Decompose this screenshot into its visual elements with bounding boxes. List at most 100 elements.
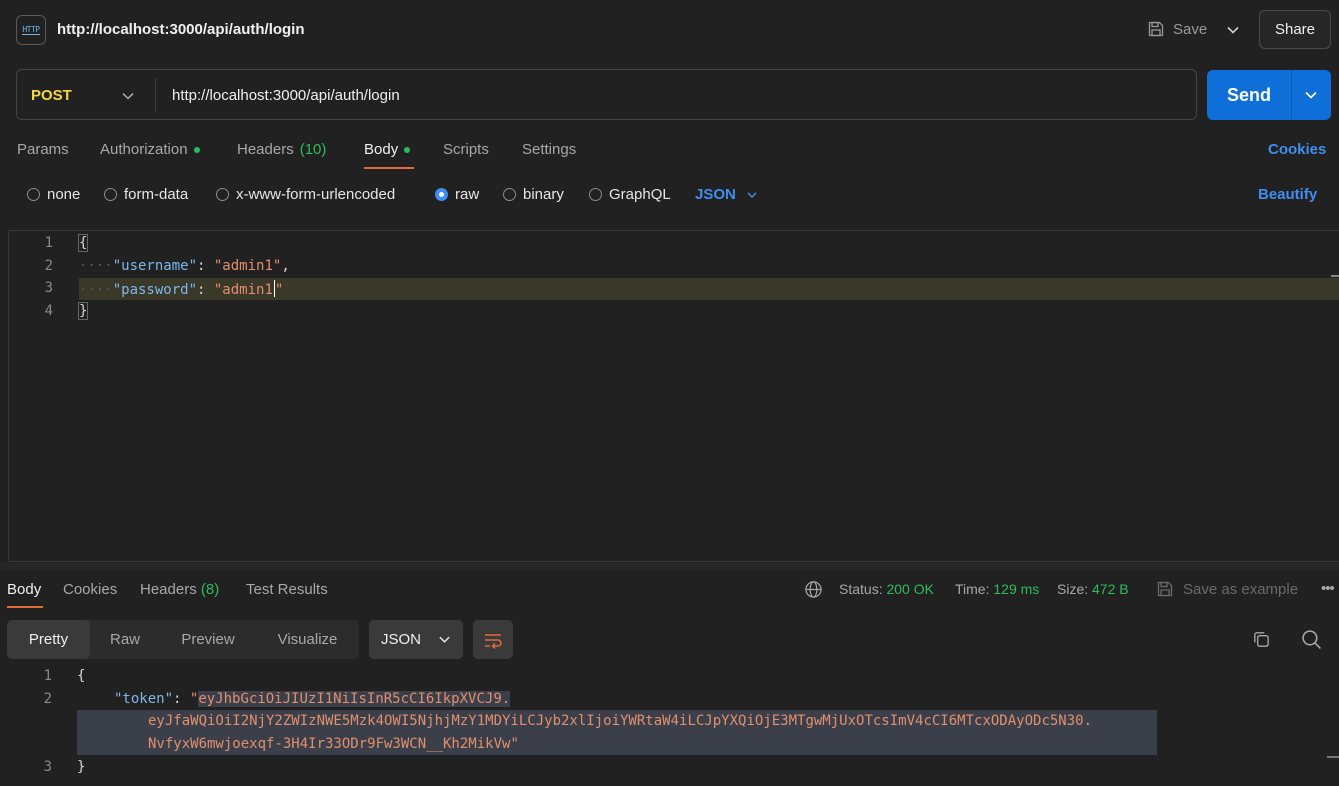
line-number: 1 bbox=[44, 235, 53, 251]
code-line-password: ····"password": "admin1 " bbox=[79, 280, 283, 298]
code-brace-close: } bbox=[77, 302, 89, 320]
radio-urlencoded-label: x-www-form-urlencoded bbox=[236, 186, 396, 203]
json-string: "admin1" bbox=[213, 258, 282, 274]
radio-circle-selected bbox=[435, 188, 448, 201]
url-bar: POST http://localhost:3000/api/auth/logi… bbox=[16, 69, 1197, 120]
tab-params[interactable]: Params bbox=[17, 141, 69, 158]
code-brace-open: { bbox=[77, 234, 89, 252]
colon: : bbox=[197, 282, 214, 298]
time-label: Time: bbox=[955, 581, 990, 597]
response-tab-headers-label: Headers bbox=[140, 581, 197, 598]
beautify-link[interactable]: Beautify bbox=[1258, 186, 1317, 203]
search-icon[interactable] bbox=[1301, 629, 1322, 650]
view-visualize[interactable]: Visualize bbox=[256, 620, 359, 659]
request-body-editor[interactable]: 1 2 3 4 { ····"username": "admin1", ····… bbox=[8, 230, 1339, 562]
more-options-icon[interactable]: ••• bbox=[1321, 580, 1335, 597]
cookies-link[interactable]: Cookies bbox=[1268, 141, 1326, 158]
code-brace-open: { bbox=[77, 668, 86, 684]
status-dot bbox=[404, 146, 411, 153]
size-label: Size: bbox=[1057, 581, 1089, 597]
tab-scripts[interactable]: Scripts bbox=[443, 141, 489, 158]
scrollbar-marker bbox=[1327, 756, 1339, 758]
radio-graphql[interactable]: GraphQL bbox=[589, 186, 671, 203]
chevron-down-icon bbox=[747, 191, 757, 198]
wrap-lines-button[interactable] bbox=[473, 620, 513, 659]
radio-form-data[interactable]: form-data bbox=[104, 186, 188, 203]
chevron-down-icon[interactable] bbox=[1304, 88, 1318, 102]
token-value-part: NvfyxW6mwjoexqf-3H4Ir33ODr9Fw3WCN__Kh2Mi… bbox=[148, 736, 511, 752]
radio-raw-label: raw bbox=[455, 186, 480, 203]
tab-authorization-label: Authorization bbox=[100, 141, 188, 158]
scrollbar-marker bbox=[1331, 275, 1339, 277]
radio-binary[interactable]: binary bbox=[503, 186, 564, 203]
view-preview[interactable]: Preview bbox=[160, 620, 256, 659]
code-brace-close: } bbox=[77, 759, 86, 775]
body-format-select[interactable]: JSON bbox=[695, 186, 758, 203]
save-as-example-button[interactable]: Save as example bbox=[1156, 580, 1298, 598]
response-tab-body[interactable]: Body bbox=[7, 581, 41, 598]
send-button[interactable]: Send bbox=[1207, 70, 1291, 120]
send-button-group: Send bbox=[1207, 70, 1331, 120]
tab-authorization[interactable]: Authorization bbox=[100, 141, 200, 158]
headers-count-badge: (10) bbox=[299, 141, 327, 158]
chevron-down-icon bbox=[439, 636, 450, 643]
radio-circle bbox=[216, 188, 229, 201]
response-tab-headers[interactable]: Headers (8) bbox=[140, 581, 219, 598]
view-pretty[interactable]: Pretty bbox=[7, 620, 90, 659]
tab-headers[interactable]: Headers (10) bbox=[237, 141, 326, 158]
radio-urlencoded[interactable]: x-www-form-urlencoded bbox=[216, 186, 395, 203]
code-line-username: ····"username": "admin1", bbox=[79, 258, 290, 274]
save-label: Save bbox=[1173, 20, 1208, 38]
json-key: "password" bbox=[112, 282, 198, 298]
pane-resize-handle[interactable] bbox=[0, 563, 1339, 571]
size-indicator[interactable]: Size: 472 B bbox=[1057, 581, 1129, 597]
view-raw[interactable]: Raw bbox=[90, 620, 160, 659]
save-as-example-label: Save as example bbox=[1183, 580, 1299, 598]
active-tab-indicator bbox=[364, 167, 414, 169]
line-number: 4 bbox=[44, 303, 53, 319]
json-string: "admin1 bbox=[213, 282, 273, 298]
indent-dots: ···· bbox=[79, 282, 113, 298]
save-button[interactable]: Save bbox=[1147, 20, 1207, 38]
radio-circle bbox=[27, 188, 40, 201]
tab-body[interactable]: Body bbox=[364, 141, 411, 158]
indent-dots: ···· bbox=[79, 258, 113, 274]
json-key: "token" bbox=[114, 691, 174, 707]
status-indicator[interactable]: Status: 200 OK bbox=[839, 581, 934, 597]
time-value: 129 ms bbox=[993, 581, 1040, 597]
response-tab-cookies[interactable]: Cookies bbox=[63, 581, 117, 598]
response-headers-count: (8) bbox=[200, 581, 220, 598]
tab-headers-label: Headers bbox=[237, 141, 294, 158]
status-label: Status: bbox=[839, 581, 883, 597]
radio-raw[interactable]: raw bbox=[435, 186, 479, 203]
chevron-down-icon[interactable] bbox=[1226, 23, 1240, 37]
response-view-toggle: Pretty Raw Preview Visualize bbox=[7, 620, 359, 659]
method-select[interactable]: POST bbox=[31, 87, 72, 104]
json-key: "username" bbox=[112, 258, 198, 274]
url-divider bbox=[155, 78, 156, 112]
active-tab-indicator bbox=[7, 606, 43, 608]
url-input[interactable]: http://localhost:3000/api/auth/login bbox=[172, 87, 400, 104]
response-format-select[interactable]: JSON bbox=[369, 620, 463, 659]
size-value: 472 B bbox=[1092, 581, 1129, 597]
response-tab-test-results[interactable]: Test Results bbox=[246, 581, 328, 598]
globe-icon[interactable] bbox=[804, 580, 823, 599]
radio-circle bbox=[503, 188, 516, 201]
tab-body-label: Body bbox=[364, 141, 399, 158]
share-button[interactable]: Share bbox=[1259, 10, 1331, 49]
time-indicator[interactable]: Time: 129 ms bbox=[955, 581, 1039, 597]
http-icon-label: HTTP bbox=[22, 25, 40, 35]
tab-params-label: Params bbox=[17, 141, 69, 158]
tab-settings[interactable]: Settings bbox=[522, 141, 576, 158]
json-string-quote: " bbox=[510, 736, 519, 752]
line-number: 2 bbox=[44, 258, 53, 274]
copy-icon[interactable] bbox=[1252, 630, 1271, 649]
chevron-down-icon[interactable] bbox=[121, 89, 135, 103]
response-body-viewer[interactable]: 1 2 3 { "token": "eyJhbGciOiJIUzI1NiIsIn… bbox=[0, 664, 1339, 786]
tab-settings-label: Settings bbox=[522, 141, 577, 158]
radio-graphql-label: GraphQL bbox=[609, 186, 671, 203]
radio-none[interactable]: none bbox=[27, 186, 80, 203]
token-value-tail: NvfyxW6mwjoexqf-3H4Ir33ODr9Fw3WCN__Kh2Mi… bbox=[148, 736, 519, 752]
status-value: 200 OK bbox=[886, 581, 934, 597]
request-title[interactable]: http://localhost:3000/api/auth/login bbox=[57, 21, 305, 38]
